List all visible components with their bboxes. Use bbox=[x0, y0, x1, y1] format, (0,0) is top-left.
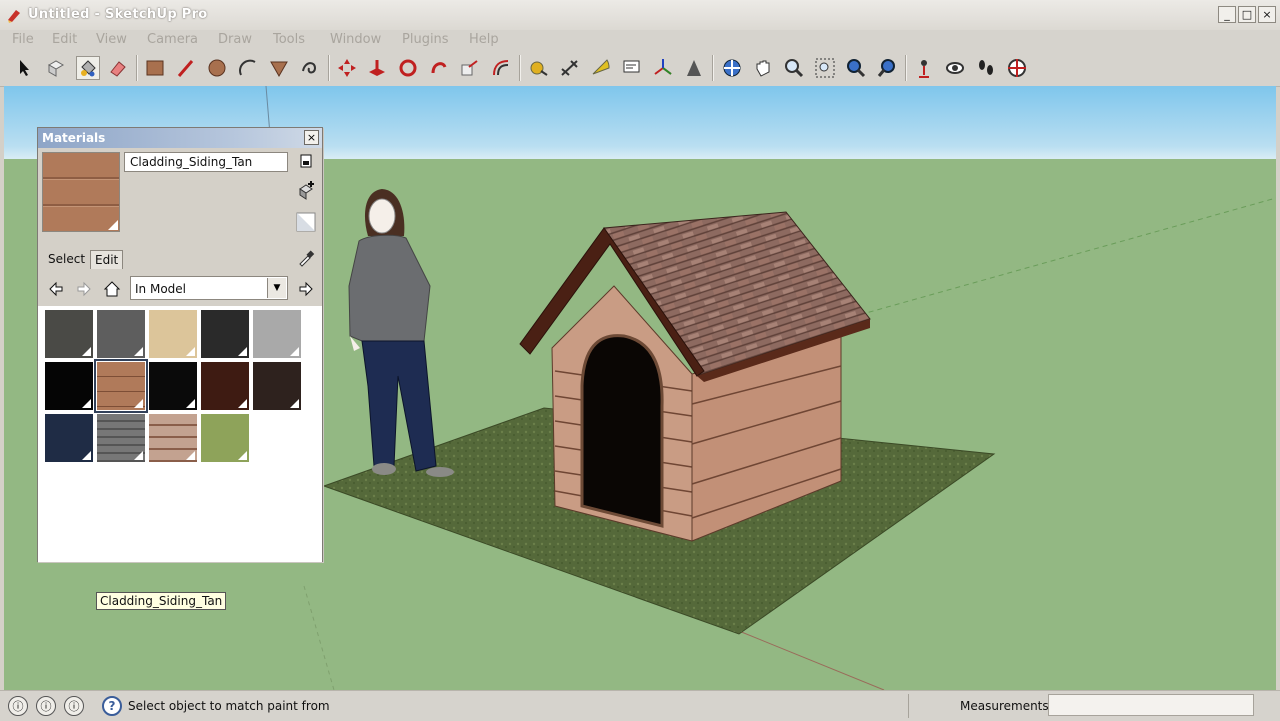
offset-icon[interactable] bbox=[489, 56, 513, 80]
push-pull-icon[interactable] bbox=[365, 56, 389, 80]
swatch-grid: Cladding_Siding_Tan bbox=[38, 306, 322, 610]
menu-edit[interactable]: Edit bbox=[52, 32, 77, 47]
materials-panel: Materials × Cladding_Siding_Tan Select E… bbox=[37, 127, 323, 610]
home-icon[interactable] bbox=[102, 279, 122, 299]
swatch-10[interactable] bbox=[45, 414, 93, 462]
library-select-value: In Model bbox=[135, 282, 186, 296]
make-component-icon[interactable] bbox=[44, 56, 68, 80]
menu-camera[interactable]: Camera bbox=[147, 32, 198, 47]
move-icon[interactable] bbox=[335, 56, 359, 80]
display-in-model-icon[interactable] bbox=[296, 151, 318, 173]
status-message: Select object to match paint from bbox=[128, 699, 330, 713]
paint-bucket-icon[interactable] bbox=[76, 56, 100, 80]
zoom-icon[interactable] bbox=[782, 56, 806, 80]
menu-file[interactable]: File bbox=[12, 32, 34, 47]
tab-select[interactable]: Select bbox=[44, 250, 90, 268]
swatch-3[interactable] bbox=[201, 310, 249, 358]
protractor-icon[interactable] bbox=[589, 56, 613, 80]
geo-location-icon[interactable]: ⓘ bbox=[8, 696, 28, 716]
materials-close-button[interactable]: × bbox=[304, 130, 319, 145]
menu-help[interactable]: Help bbox=[469, 32, 499, 47]
minimize-button[interactable]: _ bbox=[1218, 6, 1236, 23]
materials-panel-titlebar[interactable]: Materials × bbox=[38, 128, 322, 148]
circle-icon[interactable] bbox=[205, 56, 229, 80]
close-button[interactable]: × bbox=[1258, 6, 1276, 23]
polygon-icon[interactable] bbox=[267, 56, 291, 80]
zoom-extents-icon[interactable] bbox=[844, 56, 868, 80]
select-icon[interactable] bbox=[12, 56, 36, 80]
rotate-icon[interactable] bbox=[396, 56, 420, 80]
swatch-8[interactable] bbox=[201, 362, 249, 410]
tab-edit[interactable]: Edit bbox=[90, 250, 124, 269]
swatch-0[interactable] bbox=[45, 310, 93, 358]
doghouse-door[interactable] bbox=[580, 334, 664, 528]
window-title: Untitled - SketchUp Pro bbox=[28, 7, 208, 22]
axes-icon[interactable] bbox=[651, 56, 675, 80]
person-figure[interactable] bbox=[348, 189, 454, 477]
sample-paint-icon[interactable] bbox=[296, 248, 316, 268]
swatch-cladding-siding-tan[interactable] bbox=[94, 359, 148, 413]
menu-plugins[interactable]: Plugins bbox=[402, 32, 449, 47]
position-camera-icon[interactable] bbox=[912, 56, 936, 80]
material-name-field[interactable]: Cladding_Siding_Tan bbox=[124, 152, 288, 172]
materials-panel-title: Materials bbox=[42, 131, 106, 145]
title-bar: Untitled - SketchUp Pro _ □ × bbox=[0, 0, 1280, 31]
default-material-icon[interactable] bbox=[296, 212, 318, 234]
help-icon[interactable]: ? bbox=[102, 696, 122, 716]
red-axis-dotted bbox=[833, 197, 1276, 323]
chevron-down-icon[interactable]: ▼ bbox=[267, 278, 286, 298]
pan-icon[interactable] bbox=[751, 56, 775, 80]
materials-tabs: Select Edit bbox=[38, 242, 322, 272]
line-icon[interactable] bbox=[174, 56, 198, 80]
swatch-7[interactable] bbox=[149, 362, 197, 410]
swatch-5[interactable] bbox=[45, 362, 93, 410]
measurements-label: Measurements bbox=[960, 699, 1049, 713]
3d-text-icon[interactable] bbox=[682, 56, 706, 80]
orbit-icon[interactable] bbox=[720, 56, 744, 80]
text-icon[interactable] bbox=[620, 56, 644, 80]
toolbar bbox=[0, 50, 1280, 87]
menu-view[interactable]: View bbox=[96, 32, 127, 47]
maximize-button[interactable]: □ bbox=[1238, 6, 1256, 23]
menu-window[interactable]: Window bbox=[330, 32, 381, 47]
swatch-11[interactable] bbox=[97, 414, 145, 462]
walk-icon[interactable] bbox=[974, 56, 998, 80]
back-arrow-icon[interactable] bbox=[46, 279, 66, 299]
look-around-icon[interactable] bbox=[943, 56, 967, 80]
follow-me-icon[interactable] bbox=[427, 56, 451, 80]
tape-measure-icon[interactable] bbox=[527, 56, 551, 80]
material-header: Cladding_Siding_Tan bbox=[38, 148, 322, 242]
freehand-icon[interactable] bbox=[298, 56, 322, 80]
measurements-input[interactable] bbox=[1048, 694, 1254, 716]
menu-bar: File Edit View Camera Draw Tools Window … bbox=[0, 30, 1280, 50]
rectangle-icon[interactable] bbox=[143, 56, 167, 80]
forward-arrow-icon[interactable] bbox=[74, 279, 94, 299]
menu-draw[interactable]: Draw bbox=[218, 32, 252, 47]
dimension-icon[interactable] bbox=[558, 56, 582, 80]
credits-icon[interactable]: ⓘ bbox=[36, 696, 56, 716]
swatch-13[interactable] bbox=[201, 414, 249, 462]
arc-icon[interactable] bbox=[236, 56, 260, 80]
create-material-icon[interactable] bbox=[296, 181, 318, 203]
details-arrow-icon[interactable] bbox=[296, 279, 316, 299]
zoom-window-icon[interactable] bbox=[813, 56, 837, 80]
swatch-12[interactable] bbox=[149, 414, 197, 462]
user-icon[interactable]: ⓘ bbox=[64, 696, 84, 716]
material-preview[interactable] bbox=[42, 152, 120, 232]
library-select[interactable]: In Model ▼ bbox=[130, 276, 288, 300]
swatch-tooltip: Cladding_Siding_Tan bbox=[96, 592, 227, 610]
swatch-9[interactable] bbox=[253, 362, 301, 410]
eraser-icon[interactable] bbox=[106, 56, 130, 80]
previous-view-icon[interactable] bbox=[875, 56, 899, 80]
swatch-1[interactable] bbox=[97, 310, 145, 358]
menu-tools[interactable]: Tools bbox=[273, 32, 305, 47]
red-axis bbox=[738, 630, 885, 690]
section-plane-icon[interactable] bbox=[1005, 56, 1029, 80]
swatch-4[interactable] bbox=[253, 310, 301, 358]
status-bar: ⓘ ⓘ ⓘ ? Select object to match paint fro… bbox=[0, 690, 1280, 721]
scale-icon[interactable] bbox=[458, 56, 482, 80]
materials-nav: In Model ▼ bbox=[38, 272, 322, 306]
sketchup-logo-icon bbox=[8, 10, 20, 23]
swatch-2[interactable] bbox=[149, 310, 197, 358]
